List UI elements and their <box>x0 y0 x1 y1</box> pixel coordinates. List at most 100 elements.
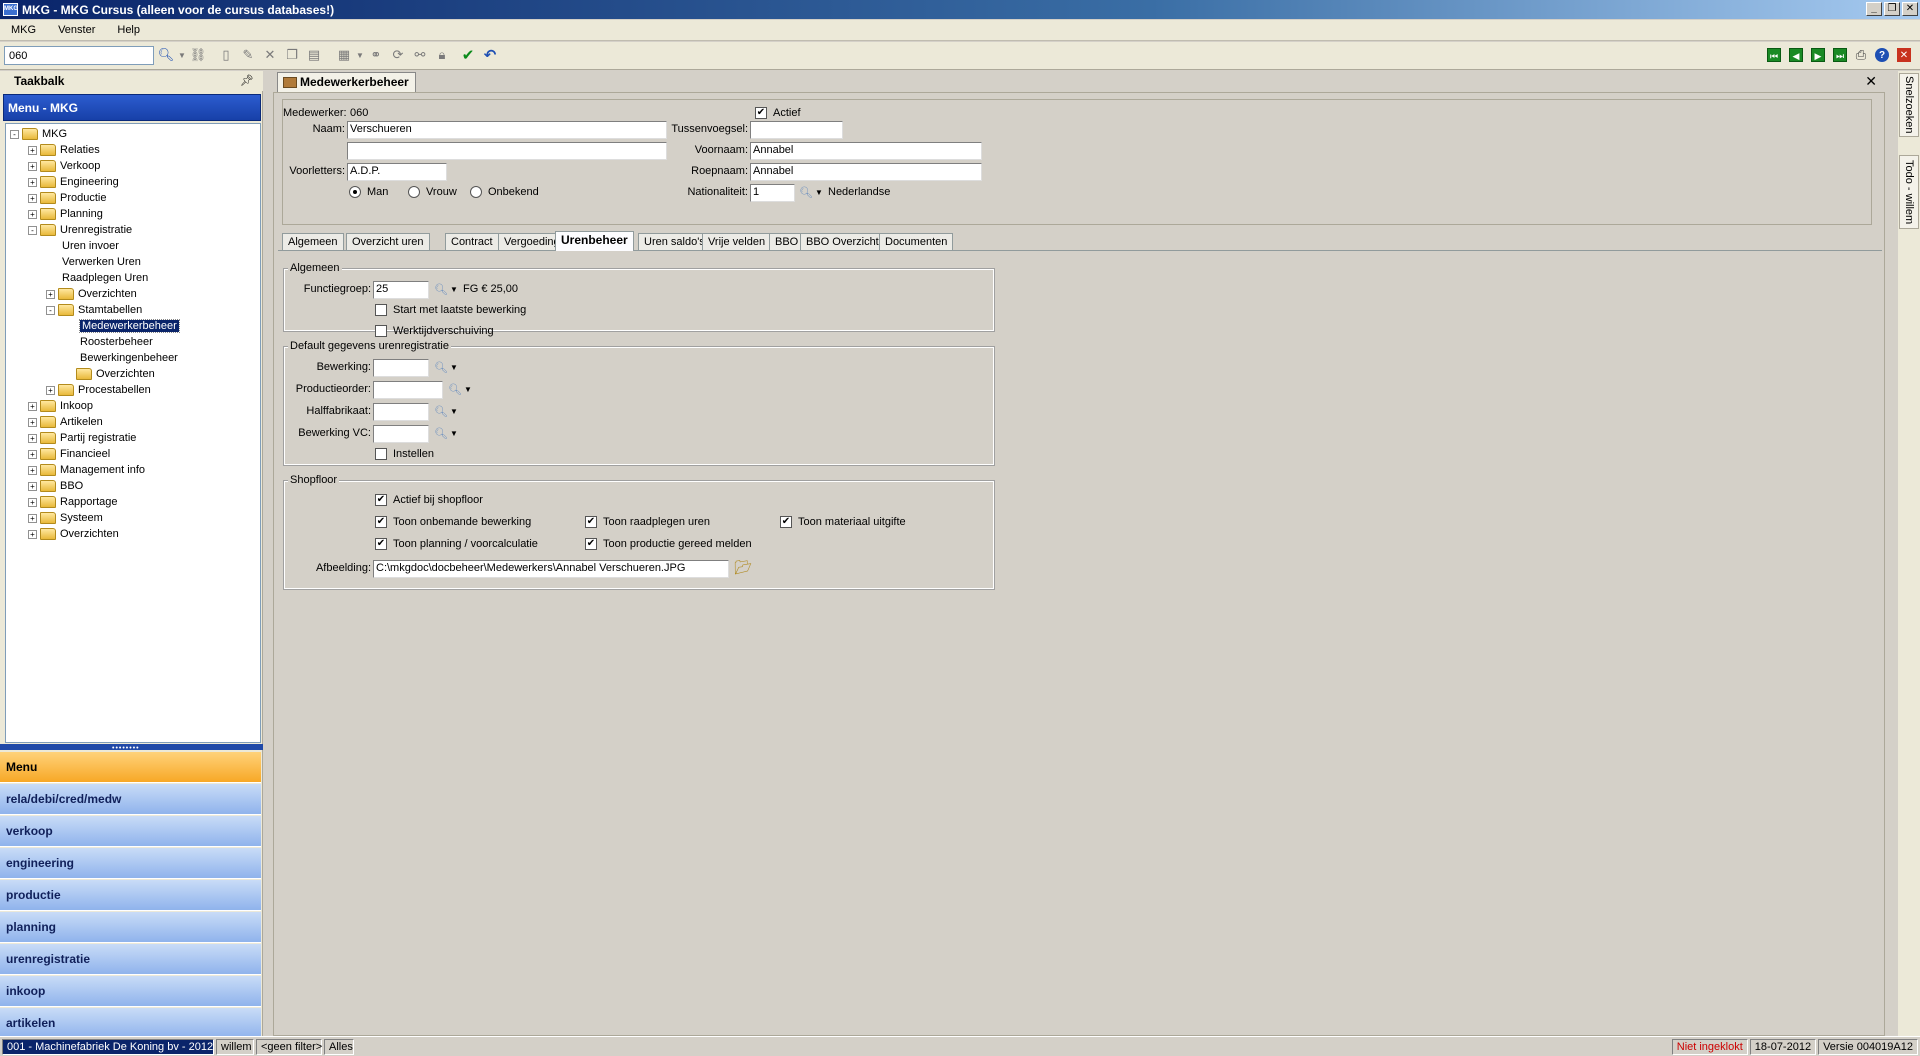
productie-gereed-checkbox[interactable]: ✔ <box>585 538 597 550</box>
tree-item[interactable]: + BBO <box>28 478 83 494</box>
tree-item[interactable]: + Management info <box>28 462 145 478</box>
tab-overzicht-uren[interactable]: Overzicht uren <box>346 233 430 251</box>
search-icon[interactable]: 🔍︎ <box>434 427 448 440</box>
tree-item[interactable]: + Systeem <box>28 510 103 526</box>
link-records-icon[interactable]: ⚭ <box>368 47 384 63</box>
tab-algemeen[interactable]: Algemeen <box>282 233 344 251</box>
pin-icon[interactable]: 📌︎ <box>240 74 254 87</box>
form-icon[interactable]: ▦ <box>336 47 352 63</box>
instellen-checkbox[interactable] <box>375 448 387 460</box>
search-icon[interactable]: 🔍︎ <box>434 361 448 374</box>
help-icon[interactable]: ? <box>1875 48 1889 62</box>
functiegroep-input[interactable]: 25 <box>373 281 429 299</box>
chevron-down-icon[interactable]: ▼ <box>352 47 368 63</box>
close-window-button[interactable]: ✕ <box>1902 2 1918 16</box>
previous-record-icon[interactable]: ◀ <box>1789 48 1803 62</box>
nav-group-planning[interactable]: planning <box>0 912 261 943</box>
tree-item[interactable]: Bewerkingenbeheer <box>64 350 178 366</box>
expand-icon[interactable]: + <box>28 161 37 171</box>
save-check-icon[interactable]: ✔ <box>460 47 476 64</box>
collapse-icon[interactable]: - <box>28 225 37 235</box>
unlink-icon[interactable]: ⚯ <box>412 47 428 63</box>
onbemande-checkbox[interactable]: ✔ <box>375 516 387 528</box>
afbeelding-input[interactable]: C:\mkgdoc\docbeheer\Medewerkers\Annabel … <box>373 560 729 578</box>
expand-icon[interactable]: + <box>28 209 37 219</box>
tab-urenbeheer[interactable]: Urenbeheer <box>555 231 634 251</box>
menu-mkg[interactable]: MKG <box>0 24 47 36</box>
tab-uren-saldos[interactable]: Uren saldo's <box>638 233 711 251</box>
tree-item[interactable]: + Verkoop <box>28 158 100 174</box>
open-folder-icon[interactable]: 📂︎ <box>734 559 752 576</box>
nav-group-productie[interactable]: productie <box>0 880 261 911</box>
copy-icon[interactable]: ❐ <box>284 47 300 63</box>
expand-icon[interactable]: + <box>46 385 55 395</box>
gender-man-radio[interactable] <box>349 186 361 198</box>
tree-item[interactable]: + Planning <box>28 206 103 222</box>
roepnaam-input[interactable]: Annabel <box>750 163 982 181</box>
nav-group-artikelen[interactable]: artikelen <box>0 1008 261 1039</box>
chevron-down-icon[interactable]: ▼ <box>815 188 823 197</box>
tree-item[interactable]: - Urenregistratie <box>28 222 132 238</box>
delete-icon[interactable]: ✕ <box>262 47 278 63</box>
search-icon[interactable]: 🔍︎ <box>448 383 462 396</box>
collapse-icon[interactable]: - <box>46 305 55 315</box>
nav-group-verkoop[interactable]: verkoop <box>0 816 261 847</box>
panel-splitter[interactable]: •••••••• <box>0 744 263 752</box>
chevron-down-icon[interactable]: ▼ <box>450 285 458 294</box>
expand-icon[interactable]: + <box>28 401 37 411</box>
nav-group-urenregistratie[interactable]: urenregistratie <box>0 944 261 975</box>
paste-icon[interactable]: ▤ <box>306 47 322 63</box>
menu-venster[interactable]: Venster <box>47 24 106 36</box>
document-tab[interactable]: Medewerkerbeheer <box>277 72 416 92</box>
expand-icon[interactable]: + <box>28 481 37 491</box>
tab-bbo-overzicht[interactable]: BBO Overzicht <box>800 233 885 251</box>
actief-shopfloor-checkbox[interactable]: ✔ <box>375 494 387 506</box>
lock-icon[interactable]: 🔒︎ <box>434 47 450 63</box>
productieorder-input[interactable] <box>373 381 443 399</box>
tree-item[interactable]: + Overzichten <box>28 526 119 542</box>
search-icon[interactable]: 🔍︎ <box>158 47 175 63</box>
tree-item[interactable]: + Partij registratie <box>28 430 136 446</box>
tree-item[interactable]: + Engineering <box>28 174 119 190</box>
print-icon[interactable]: ⎙ <box>1853 47 1869 63</box>
expand-icon[interactable]: + <box>28 465 37 475</box>
expand-icon[interactable]: + <box>28 513 37 523</box>
search-icon[interactable]: 🔍︎ <box>799 186 813 199</box>
chevron-down-icon[interactable]: ▼ <box>450 407 458 416</box>
quick-search-input[interactable] <box>4 46 154 65</box>
tree-item[interactable]: Overzichten <box>64 366 155 382</box>
undo-icon[interactable]: ↶ <box>482 47 498 64</box>
raadplegen-checkbox[interactable]: ✔ <box>585 516 597 528</box>
expand-icon[interactable]: + <box>28 433 37 443</box>
menu-help[interactable]: Help <box>106 24 151 36</box>
planning-checkbox[interactable]: ✔ <box>375 538 387 550</box>
tab-documenten[interactable]: Documenten <box>879 233 954 251</box>
expand-icon[interactable]: + <box>28 193 37 203</box>
nav-group-inkoop[interactable]: inkoop <box>0 976 261 1007</box>
tab-contract[interactable]: Contract <box>445 233 499 251</box>
link-icon[interactable]: ⛓ <box>190 47 207 63</box>
tree-item[interactable]: - Stamtabellen <box>46 302 142 318</box>
last-record-icon[interactable]: ⏭ <box>1833 48 1847 62</box>
next-record-icon[interactable]: ▶ <box>1811 48 1825 62</box>
close-app-icon[interactable]: ✕ <box>1897 48 1911 62</box>
naam2-input[interactable] <box>347 142 667 160</box>
refresh-icon[interactable]: ⟳ <box>390 47 406 63</box>
tree-item[interactable]: Raadplegen Uren <box>46 270 148 286</box>
actief-checkbox[interactable]: ✔ <box>755 107 767 119</box>
tree-item[interactable]: + Artikelen <box>28 414 103 430</box>
nationaliteit-input[interactable]: 1 <box>750 184 795 202</box>
gender-onbekend-radio[interactable] <box>470 186 482 198</box>
materiaal-checkbox[interactable]: ✔ <box>780 516 792 528</box>
werktijd-checkbox[interactable] <box>375 325 387 337</box>
collapse-icon[interactable]: - <box>10 129 19 139</box>
voorletters-input[interactable]: A.D.P. <box>347 163 447 181</box>
tree-item[interactable]: + Financieel <box>28 446 110 462</box>
expand-icon[interactable]: + <box>28 145 37 155</box>
tree-item[interactable]: Medewerkerbeheer <box>64 318 180 334</box>
start-laatste-checkbox[interactable] <box>375 304 387 316</box>
nav-group-rela-debi-cred-medw[interactable]: rela/debi/cred/medw <box>0 784 261 815</box>
expand-icon[interactable]: + <box>28 497 37 507</box>
naam-input[interactable]: Verschueren <box>347 121 667 139</box>
tree-item[interactable]: + Relaties <box>28 142 100 158</box>
